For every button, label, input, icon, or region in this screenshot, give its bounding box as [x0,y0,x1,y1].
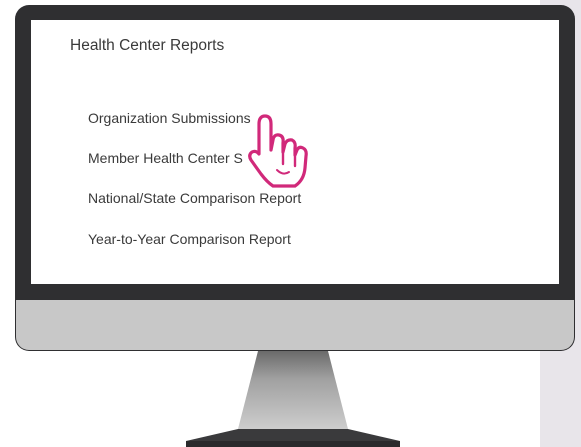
monitor-stand [186,351,400,447]
report-link-member-health-center[interactable]: Member Health Center S [88,150,243,166]
report-link-year-to-year-comparison[interactable]: Year-to-Year Comparison Report [88,231,291,247]
page: Health Center Reports Organization Submi… [0,0,581,447]
monitor-chin [15,300,575,351]
report-link-national-state-comparison[interactable]: National/State Comparison Report [88,190,301,206]
page-title: Health Center Reports [70,37,225,54]
report-link-organization-submissions[interactable]: Organization Submissions [88,110,251,126]
pointing-hand-icon [248,114,308,188]
